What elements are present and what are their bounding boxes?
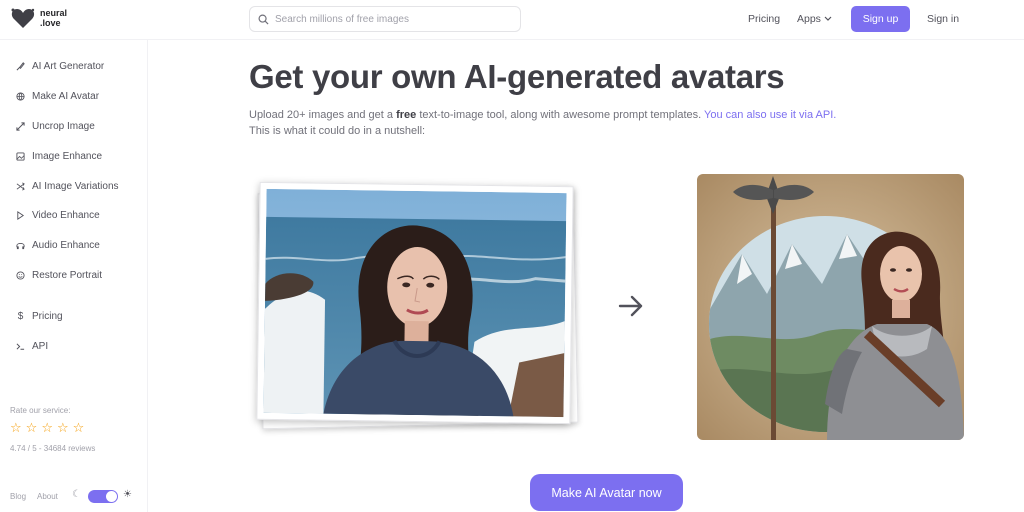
rate-title: Rate our service:	[10, 406, 71, 415]
footer-blog-link[interactable]: Blog	[10, 492, 26, 501]
api-link[interactable]: You can also use it via API.	[704, 109, 836, 121]
sidebar-item-label: Uncrop Image	[32, 121, 95, 132]
sidebar-item-uncrop-image[interactable]: Uncrop Image	[16, 121, 95, 132]
sidebar-item-label: Pricing	[32, 311, 63, 322]
desc-line2: This is what it could do in a nutshell:	[249, 125, 426, 137]
desc-bold: free	[396, 109, 417, 121]
sidebar-item-ai-image-variations[interactable]: AI Image Variations	[16, 181, 119, 192]
dollar-icon: $	[17, 311, 24, 322]
terminal-icon	[16, 342, 25, 351]
sidebar: AI Art Generator Make AI Avatar Uncrop I…	[0, 40, 148, 512]
rating-stars[interactable]: ☆ ☆ ☆ ☆ ☆	[10, 421, 84, 434]
expand-icon	[16, 122, 25, 131]
headphones-icon	[16, 241, 25, 250]
sidebar-item-ai-art-generator[interactable]: AI Art Generator	[16, 61, 104, 72]
search-box[interactable]	[249, 6, 521, 32]
desc-text: text-to-image tool, along with awesome p…	[416, 109, 705, 121]
brush-icon	[16, 62, 25, 71]
source-photo-stack	[256, 181, 579, 430]
sidebar-item-label: AI Image Variations	[32, 181, 119, 192]
moon-icon: ☾	[72, 489, 81, 500]
search-input[interactable]	[275, 13, 505, 25]
logo[interactable]: neural .love	[10, 6, 80, 30]
sidebar-item-audio-enhance[interactable]: Audio Enhance	[16, 240, 100, 251]
desc-text: Upload 20+ images and get a	[249, 109, 397, 121]
arrow-right-icon	[618, 295, 643, 317]
play-icon	[16, 211, 25, 220]
star-icon[interactable]: ☆	[10, 421, 22, 434]
signin-link[interactable]: Sign in	[927, 13, 959, 25]
nav-apps-label: Apps	[797, 13, 821, 25]
sidebar-item-label: API	[32, 341, 49, 352]
heart-logo-icon	[11, 8, 35, 28]
rating-summary: 4.74 / 5 - 34684 reviews	[10, 444, 96, 453]
theme-toggle[interactable]	[88, 490, 118, 503]
source-photo	[256, 181, 574, 425]
generated-avatar-image	[697, 174, 964, 440]
sidebar-item-pricing[interactable]: $ Pricing	[16, 311, 63, 322]
footer-about-link[interactable]: About	[37, 492, 58, 501]
nav-pricing-link[interactable]: Pricing	[748, 13, 780, 25]
sidebar-item-api[interactable]: API	[16, 341, 48, 352]
search-icon	[258, 14, 269, 25]
image-icon	[16, 152, 25, 161]
globe-icon	[16, 92, 25, 101]
sidebar-item-label: Video Enhance	[32, 210, 100, 221]
star-icon[interactable]: ☆	[57, 421, 69, 434]
sidebar-item-label: Image Enhance	[32, 151, 103, 162]
signup-button[interactable]: Sign up	[851, 6, 910, 32]
star-icon[interactable]: ☆	[41, 421, 53, 434]
top-header: neural .love Pricing Apps Sign up Sign i…	[0, 0, 1024, 40]
sidebar-item-image-enhance[interactable]: Image Enhance	[16, 151, 102, 162]
chevron-down-icon	[824, 16, 832, 21]
logo-text: neural .love	[40, 8, 68, 28]
sidebar-item-restore-portrait[interactable]: Restore Portrait	[16, 270, 102, 281]
sidebar-item-label: AI Art Generator	[32, 61, 105, 72]
sidebar-item-video-enhance[interactable]: Video Enhance	[16, 210, 100, 221]
star-icon[interactable]: ☆	[73, 421, 85, 434]
sidebar-item-label: Make AI Avatar	[32, 91, 100, 102]
smile-icon	[16, 271, 25, 280]
sidebar-item-label: Audio Enhance	[32, 240, 100, 251]
page-description: Upload 20+ images and get a free text-to…	[249, 107, 909, 139]
star-icon[interactable]: ☆	[26, 421, 38, 434]
sidebar-item-make-ai-avatar[interactable]: Make AI Avatar	[16, 91, 99, 102]
shuffle-icon	[16, 182, 25, 191]
page-title: Get your own AI-generated avatars	[249, 58, 785, 95]
sidebar-item-label: Restore Portrait	[32, 270, 103, 281]
make-ai-avatar-button[interactable]: Make AI Avatar now	[530, 474, 683, 511]
sun-icon: ☀	[123, 489, 132, 500]
nav-apps-menu[interactable]: Apps	[797, 13, 832, 25]
